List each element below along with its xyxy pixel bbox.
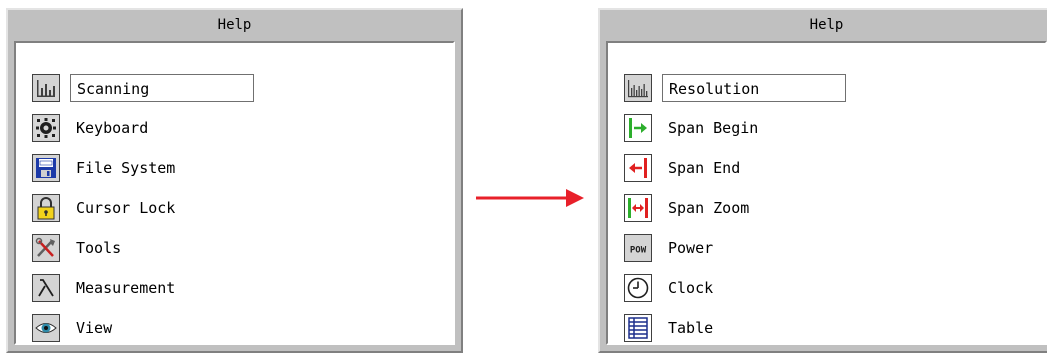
lambda-icon	[32, 274, 60, 302]
menu-item-label: Table	[668, 319, 714, 337]
span-zoom-icon	[624, 194, 652, 222]
help-panel-left: Help Scanning Keyboard File System Curso…	[6, 8, 463, 353]
menu-item-scanning[interactable]: Scanning	[32, 72, 452, 104]
menu-item-cursor-lock[interactable]: Cursor Lock	[32, 192, 452, 224]
help-panel-right: Help Resolution Span Begin Span End Span…	[598, 8, 1047, 353]
table-icon	[624, 314, 652, 342]
menu-item-clock[interactable]: Clock	[624, 272, 1044, 304]
menu-item-keyboard[interactable]: Keyboard	[32, 112, 452, 144]
pow-icon-text: POW	[630, 246, 647, 256]
menu-item-tools[interactable]: Tools	[32, 232, 452, 264]
menu-item-span-begin[interactable]: Span Begin	[624, 112, 1044, 144]
menu-item-power[interactable]: POW Power	[624, 232, 1044, 264]
menu-item-label: Tools	[76, 239, 122, 257]
menu-item-label: Resolution	[662, 74, 846, 102]
menu-item-label: File System	[76, 159, 176, 177]
menu-item-table[interactable]: Table	[624, 312, 1044, 344]
menu-item-span-end[interactable]: Span End	[624, 152, 1044, 184]
menu-item-label: Span Zoom	[668, 199, 750, 217]
menu-item-span-zoom[interactable]: Span Zoom	[624, 192, 1044, 224]
panel-title: Help	[809, 17, 844, 33]
padlock-icon	[32, 194, 60, 222]
span-begin-icon	[624, 114, 652, 142]
menu-item-label: Scanning	[70, 74, 254, 102]
floppy-disk-icon	[32, 154, 60, 182]
bar-chart-icon	[32, 74, 60, 102]
menu-item-file-system[interactable]: File System	[32, 152, 452, 184]
clock-icon	[624, 274, 652, 302]
panel-title: Help	[217, 17, 252, 33]
help-menu-list: Scanning Keyboard File System Cursor Loc…	[14, 41, 455, 345]
menu-item-label: Cursor Lock	[76, 199, 176, 217]
menu-item-label: Power	[668, 239, 714, 257]
menu-item-view[interactable]: View	[32, 312, 452, 344]
eye-icon	[32, 314, 60, 342]
help-menu-list: Resolution Span Begin Span End Span Zoom…	[606, 41, 1047, 345]
menu-item-label: View	[76, 319, 113, 337]
menu-item-label: Measurement	[76, 279, 176, 297]
menu-item-resolution[interactable]: Resolution	[624, 72, 1044, 104]
menu-item-measurement[interactable]: Measurement	[32, 272, 452, 304]
right-arrow-icon	[476, 189, 584, 207]
menu-item-label: Span End	[668, 159, 741, 177]
menu-item-label: Keyboard	[76, 119, 149, 137]
keyboard-icon	[32, 114, 60, 142]
resolution-bars-icon	[624, 74, 652, 102]
tools-icon	[32, 234, 60, 262]
menu-item-label: Span Begin	[668, 119, 759, 137]
pow-icon: POW	[624, 234, 652, 262]
menu-item-label: Clock	[668, 279, 714, 297]
span-end-icon	[624, 154, 652, 182]
